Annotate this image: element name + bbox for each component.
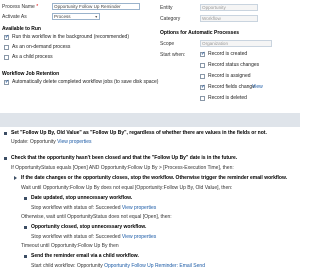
- category-label: Category: [160, 16, 181, 22]
- record-created-label: Record is created: [208, 51, 248, 57]
- step-4-stop: Stop workflow with status of: Succeeded …: [31, 205, 157, 211]
- start-when-label: Start when:: [160, 52, 186, 58]
- step-2-condition[interactable]: If OpportunityStatus equals [Open] AND O…: [11, 166, 234, 171]
- step-6-properties-link[interactable]: View properties: [122, 234, 156, 240]
- record-deleted-label: Record is deleted: [208, 95, 247, 101]
- activate-as-label: Activate As: [2, 14, 27, 20]
- step-8-start: Start child workflow: Opportunity Opport…: [31, 263, 205, 269]
- step-2-title: Check that the opportunity hasn't been c…: [11, 155, 238, 161]
- activate-as-select[interactable]: Process ▼: [52, 13, 100, 20]
- step-bullet-icon: [4, 132, 7, 135]
- record-deleted-checkbox[interactable]: [200, 96, 205, 101]
- process-name-input[interactable]: Opportunity Follow Up Reminder: [52, 3, 140, 10]
- expand-arrow-icon[interactable]: [14, 176, 17, 180]
- auto-delete-checkbox[interactable]: [4, 79, 9, 85]
- process-name-label: Process Name *: [2, 4, 39, 10]
- chevron-down-icon: ▼: [94, 15, 98, 19]
- scope-label: Scope: [160, 41, 175, 47]
- step-1-title: Set "Follow Up By, Old Value" as "Follow…: [11, 130, 267, 136]
- background-checkbox[interactable]: [4, 34, 9, 40]
- step-8-title: Send the reminder email via a child work…: [31, 253, 139, 259]
- entity-field: Opportunity: [200, 4, 258, 11]
- step-1-action: Update: Opportunity View properties: [11, 139, 92, 145]
- step-5-otherwise[interactable]: Otherwise, wait until OpportunityStatus …: [21, 215, 172, 220]
- on-demand-label: As an on-demand process: [12, 44, 71, 50]
- auto-delete-label: Automatically delete completed workflow …: [12, 79, 159, 85]
- step-bullet-icon: [4, 157, 7, 160]
- child-process-checkbox[interactable]: [4, 55, 9, 60]
- record-fields-view-link[interactable]: View: [252, 85, 263, 90]
- on-demand-checkbox[interactable]: [4, 45, 9, 50]
- record-status-checkbox[interactable]: [200, 63, 205, 68]
- step-3-title: If the date changes or the opportunity c…: [21, 175, 288, 181]
- record-created-checkbox[interactable]: [200, 51, 205, 57]
- category-field: Workflow: [200, 15, 258, 22]
- record-assigned-label: Record is assigned: [208, 73, 251, 79]
- retention-title: Workflow Job Retention: [2, 71, 60, 77]
- record-assigned-checkbox[interactable]: [200, 74, 205, 79]
- record-status-label: Record status changes: [208, 62, 260, 68]
- step-3-wait[interactable]: Wait until Opportunity:Follow Up By does…: [21, 186, 232, 191]
- record-fields-checkbox[interactable]: [200, 84, 205, 90]
- background-label: Run this workflow in the background (rec…: [12, 34, 129, 40]
- step-4-properties-link[interactable]: View properties: [122, 205, 156, 211]
- step-4-title: Date updated, stop unnecessary workflow.: [31, 195, 133, 201]
- scope-select[interactable]: Organization: [200, 40, 272, 47]
- step-8-child-workflow-link[interactable]: Opportunity Follow Up Reminder: Email Se…: [104, 263, 205, 269]
- step-1-properties-link[interactable]: View properties: [57, 139, 91, 145]
- step-bullet-icon: [24, 255, 27, 258]
- child-process-label: As a child process: [12, 54, 53, 60]
- entity-label: Entity: [160, 5, 173, 11]
- auto-options-title: Options for Automatic Processes: [160, 30, 239, 36]
- section-divider: [0, 113, 300, 127]
- step-6-title: Opportunity closed, stop unnecessary wor…: [31, 224, 147, 230]
- step-bullet-icon: [24, 197, 27, 200]
- step-bullet-icon: [24, 226, 27, 229]
- step-7-timeout[interactable]: Timeout until Opportunity:Follow Up By t…: [21, 244, 119, 249]
- available-to-run-title: Available to Run: [2, 26, 41, 32]
- step-6-stop: Stop workflow with status of: Succeeded …: [31, 234, 157, 240]
- record-fields-label: Record fields change: [208, 84, 255, 90]
